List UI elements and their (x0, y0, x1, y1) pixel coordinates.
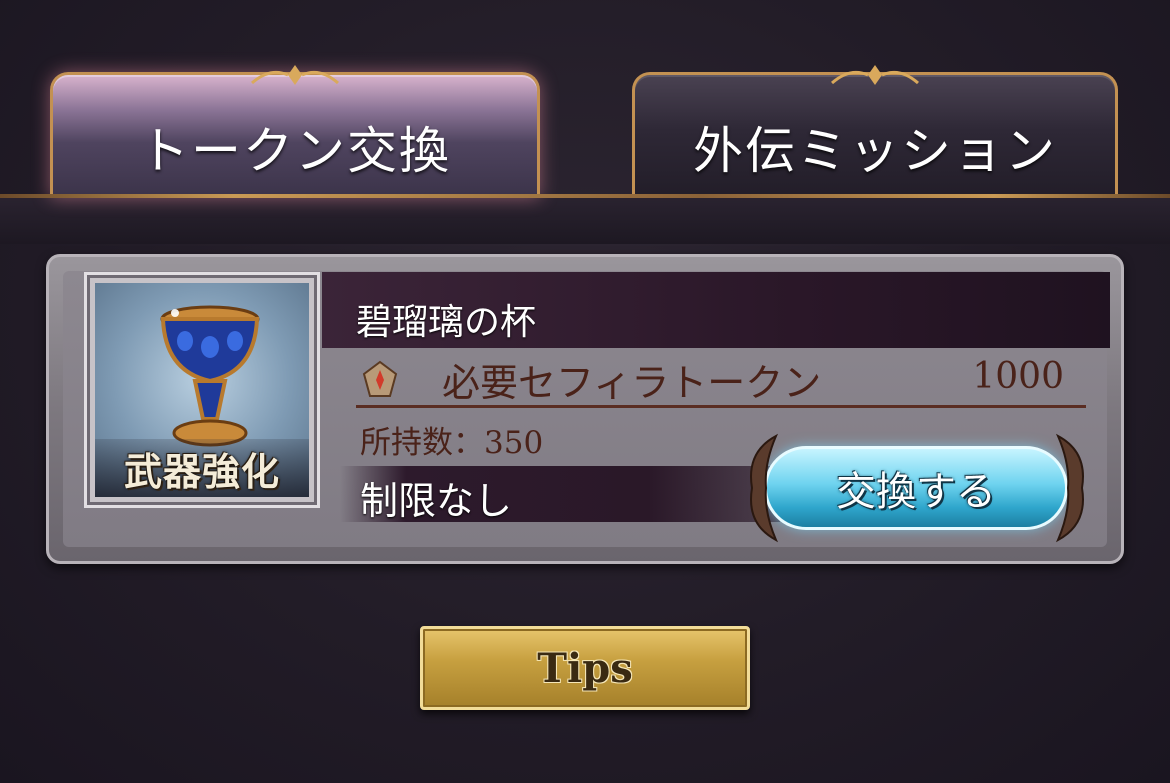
tips-button[interactable]: Tips (420, 626, 750, 710)
item-category-label: 武器強化 (123, 449, 280, 494)
tab-side-mission[interactable]: 外伝ミッション (632, 65, 1118, 198)
requirement-value: 1000 (972, 356, 1064, 397)
owned-value: 350 (484, 425, 544, 461)
tab-bar-background (0, 196, 1170, 244)
item-name: 碧瑠璃の杯 (356, 302, 537, 343)
tab-token-exchange-label: トークン交換 (139, 121, 451, 180)
tab-side-mission-label: 外伝ミッション (693, 121, 1057, 180)
exchange-button[interactable]: 交換する (742, 432, 1092, 544)
sephira-token-icon (362, 360, 398, 397)
owned-count: 所持数：350 (360, 417, 543, 462)
tab-token-exchange[interactable]: トークン交換 (50, 65, 540, 198)
exchange-button-label: 交換する (836, 469, 996, 515)
tab-ornament-icon (831, 65, 919, 85)
button-left-cap-icon (750, 433, 779, 543)
requirement-label: 必要セフィラトークン (442, 361, 822, 405)
button-right-cap-icon (1055, 433, 1084, 543)
chalice-icon (160, 305, 260, 447)
tab-divider (0, 194, 1170, 198)
requirement-row: 必要セフィラトークン 1000 (356, 352, 1086, 408)
exchange-button-body: 交換する (764, 446, 1068, 530)
owned-label: 所持数： (360, 425, 484, 461)
tab-ornament-icon (251, 65, 339, 85)
item-category-badge: 武器強化 (95, 439, 309, 497)
tips-button-label: Tips (537, 644, 633, 692)
exchange-limit: 制限なし (360, 479, 513, 523)
item-icon-frame[interactable]: 武器強化 (84, 272, 320, 508)
